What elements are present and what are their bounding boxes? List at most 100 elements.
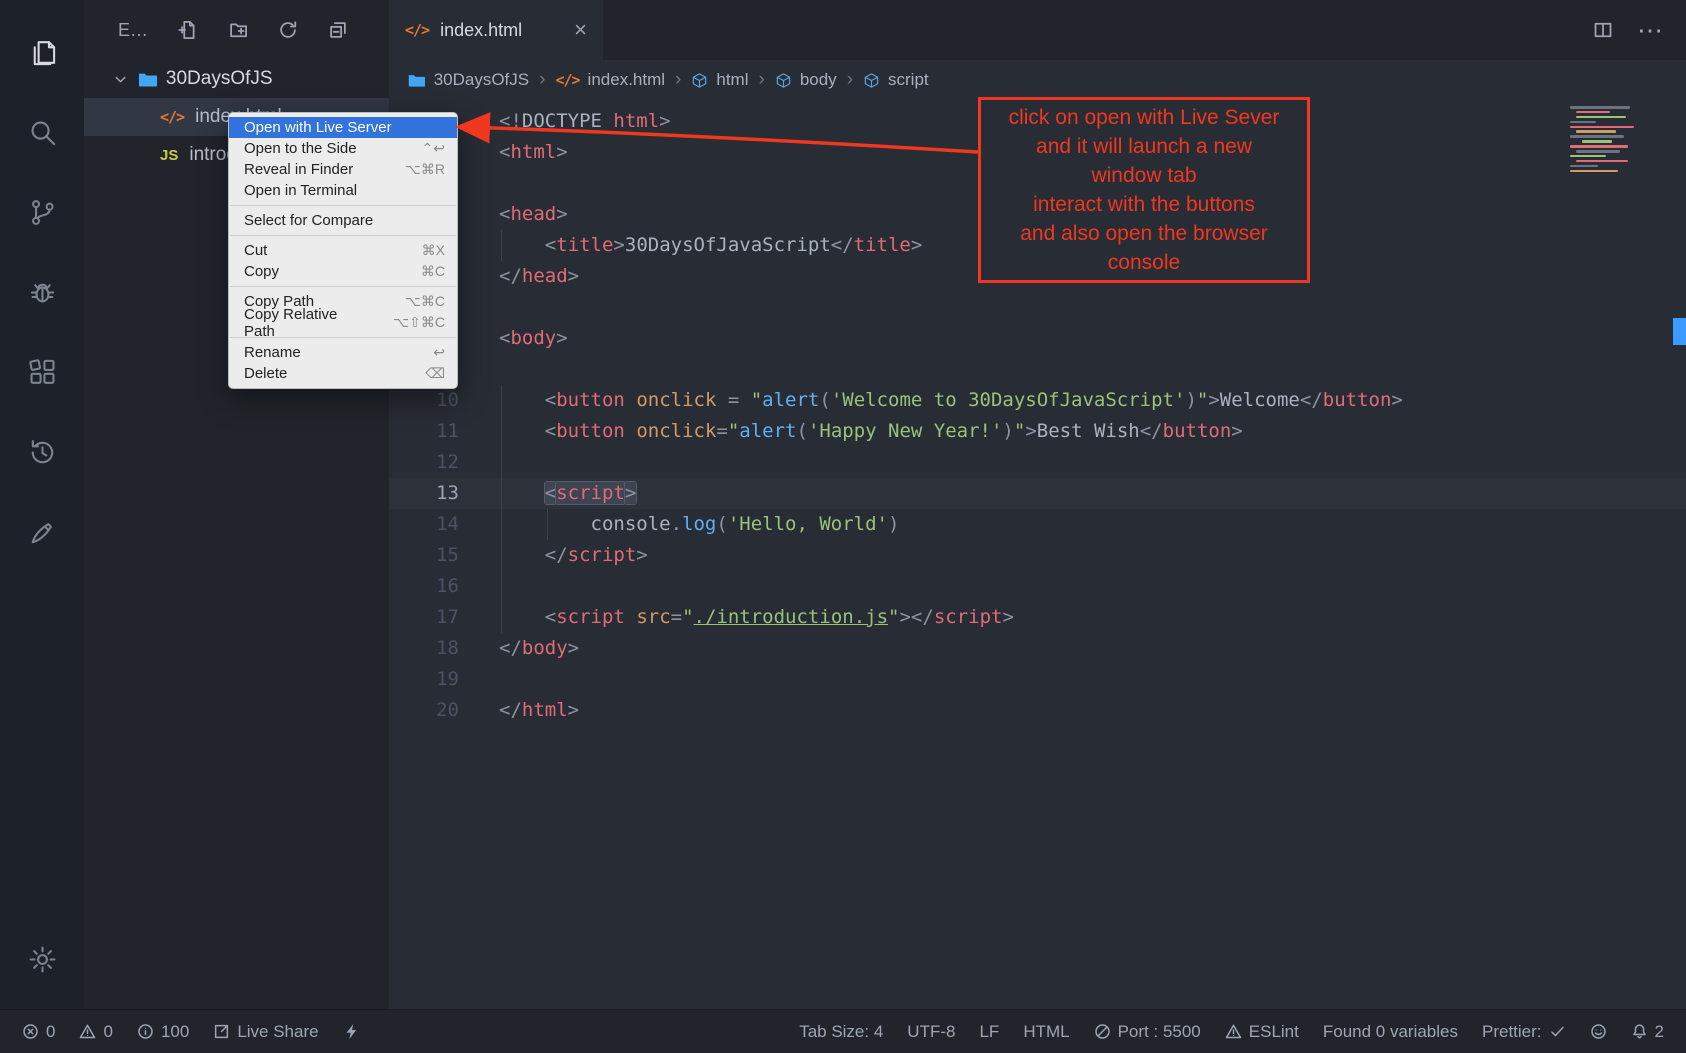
status-item-label: ESLint xyxy=(1249,1022,1299,1042)
menu-item-label: Open with Live Server xyxy=(244,119,392,136)
breadcrumb-item-30daysofjs[interactable]: 30DaysOfJS xyxy=(407,70,529,90)
status-item-tab-size-4[interactable]: Tab Size: 4 xyxy=(799,1022,883,1042)
status-item-2[interactable]: 2 xyxy=(1631,1022,1664,1042)
breadcrumb-item-index-html[interactable]: </>index.html xyxy=(555,70,665,90)
line-number[interactable]: 18 xyxy=(389,633,459,664)
annotation-line: and also open the browser xyxy=(981,219,1307,248)
code-line-13[interactable]: 13 <script> xyxy=(389,478,1686,509)
code-line-18[interactable]: 18</body> xyxy=(389,633,1686,664)
editor-actions: ⋯ xyxy=(1593,0,1686,60)
tree-root-folder[interactable]: 30DaysOfJS xyxy=(84,60,389,98)
menu-item-open-with-live-server[interactable]: Open with Live Server xyxy=(229,117,457,138)
breadcrumb-separator: › xyxy=(675,69,681,91)
new-file-icon[interactable] xyxy=(178,20,198,40)
breadcrumb: 30DaysOfJS›</>index.html›html›body›scrip… xyxy=(389,60,1686,100)
line-number[interactable]: 20 xyxy=(389,695,459,726)
status-item-html[interactable]: HTML xyxy=(1023,1022,1069,1042)
menu-item-shortcut: ⌥⌘C xyxy=(405,293,445,310)
code-line-11[interactable]: 11 <button onclick="alert('Happy New Yea… xyxy=(389,416,1686,447)
tab-bar: </> index.html × ⋯ xyxy=(389,0,1686,60)
status-item-utf-8[interactable]: UTF-8 xyxy=(907,1022,955,1042)
code-line-9[interactable]: 9 xyxy=(389,354,1686,385)
line-number[interactable]: 17 xyxy=(389,602,459,633)
feedback-pen-icon[interactable] xyxy=(0,492,84,572)
circle-slash-icon xyxy=(1094,1023,1111,1040)
close-tab-icon[interactable]: × xyxy=(574,19,587,41)
code-line-15[interactable]: 15 </script> xyxy=(389,540,1686,571)
menu-item-reveal-in-finder[interactable]: Reveal in Finder⌥⌘R xyxy=(229,159,457,180)
status-item-eslint[interactable]: ESLint xyxy=(1225,1022,1299,1042)
status-item-100[interactable]: 100 xyxy=(137,1022,189,1042)
status-item-label: UTF-8 xyxy=(907,1022,955,1042)
status-item-0[interactable]: 0 xyxy=(22,1022,55,1042)
line-number[interactable]: 11 xyxy=(389,416,459,447)
code-text: </body> xyxy=(459,633,1686,664)
code-text xyxy=(459,571,1686,602)
split-editor-icon[interactable] xyxy=(1593,20,1613,40)
new-folder-icon[interactable] xyxy=(228,20,248,40)
html-file-icon: </> xyxy=(555,71,579,89)
status-item-lightning[interactable] xyxy=(343,1023,360,1040)
code-line-8[interactable]: 8<body> xyxy=(389,323,1686,354)
breadcrumb-item-script[interactable]: script xyxy=(863,70,929,90)
menu-item-open-in-terminal[interactable]: Open in Terminal xyxy=(229,180,457,201)
status-item-live-share[interactable]: Live Share xyxy=(213,1022,318,1042)
refresh-explorer-icon[interactable] xyxy=(278,20,298,40)
tab-index-html[interactable]: </> index.html × xyxy=(389,0,603,60)
code-line-7[interactable]: 7 xyxy=(389,292,1686,323)
menu-item-rename[interactable]: Rename↩ xyxy=(229,342,457,363)
code-line-17[interactable]: 17 <script src="./introduction.js"></scr… xyxy=(389,602,1686,633)
settings-icon[interactable] xyxy=(0,919,84,999)
warning-icon xyxy=(79,1023,96,1040)
code-line-14[interactable]: 14 console.log('Hello, World') xyxy=(389,509,1686,540)
line-number[interactable]: 13 xyxy=(389,478,459,509)
code-line-20[interactable]: 20</html> xyxy=(389,695,1686,726)
source-control-icon[interactable] xyxy=(0,172,84,252)
tab-title: index.html xyxy=(440,20,522,41)
code-line-12[interactable]: 12 xyxy=(389,447,1686,478)
menu-item-delete[interactable]: Delete⌫ xyxy=(229,363,457,384)
debug-icon[interactable] xyxy=(0,252,84,332)
line-number[interactable]: 16 xyxy=(389,571,459,602)
line-number[interactable]: 14 xyxy=(389,509,459,540)
collapse-folders-icon[interactable] xyxy=(328,20,348,40)
explorer-header: E… xyxy=(84,0,389,60)
code-text: <button onclick = "alert('Welcome to 30D… xyxy=(459,385,1686,416)
html-file-icon: </> xyxy=(405,21,429,39)
menu-item-label: Reveal in Finder xyxy=(244,161,353,178)
status-item-label: Live Share xyxy=(237,1022,318,1042)
menu-item-cut[interactable]: Cut⌘X xyxy=(229,240,457,261)
extensions-icon[interactable] xyxy=(0,332,84,412)
status-item-found-0-variables[interactable]: Found 0 variables xyxy=(1323,1022,1458,1042)
line-number[interactable]: 19 xyxy=(389,664,459,695)
search-icon[interactable] xyxy=(0,92,84,172)
scrollbar-decoration[interactable] xyxy=(1673,318,1686,345)
explorer-icon[interactable] xyxy=(0,12,84,92)
code-line-10[interactable]: 10 <button onclick = "alert('Welcome to … xyxy=(389,385,1686,416)
status-item-0[interactable]: 0 xyxy=(79,1022,112,1042)
status-item-smiley[interactable] xyxy=(1590,1023,1607,1040)
line-number[interactable]: 12 xyxy=(389,447,459,478)
menu-item-label: Copy xyxy=(244,263,279,280)
more-actions-icon[interactable]: ⋯ xyxy=(1637,15,1664,46)
code-line-16[interactable]: 16 xyxy=(389,571,1686,602)
code-line-19[interactable]: 19 xyxy=(389,664,1686,695)
menu-item-select-for-compare[interactable]: Select for Compare xyxy=(229,210,457,231)
status-item-lf[interactable]: LF xyxy=(979,1022,999,1042)
breadcrumb-item-body[interactable]: body xyxy=(775,70,837,90)
status-item-label: Found 0 variables xyxy=(1323,1022,1458,1042)
status-item-prettier[interactable]: Prettier: xyxy=(1482,1022,1566,1042)
minimap[interactable] xyxy=(1570,106,1664,174)
line-number[interactable]: 15 xyxy=(389,540,459,571)
menu-item-label: Rename xyxy=(244,344,301,361)
line-number[interactable]: 10 xyxy=(389,385,459,416)
folder-icon xyxy=(407,71,426,90)
menu-item-copy[interactable]: Copy⌘C xyxy=(229,261,457,282)
code-text xyxy=(459,354,1686,385)
menu-item-copy-relative-path[interactable]: Copy Relative Path⌥⇧⌘C xyxy=(229,312,457,333)
menu-item-open-to-the-side[interactable]: Open to the Side⌃↩ xyxy=(229,138,457,159)
breadcrumb-item-html[interactable]: html xyxy=(691,70,748,90)
status-item-port-5500[interactable]: Port : 5500 xyxy=(1094,1022,1201,1042)
history-icon[interactable] xyxy=(0,412,84,492)
menu-separator xyxy=(230,286,456,287)
